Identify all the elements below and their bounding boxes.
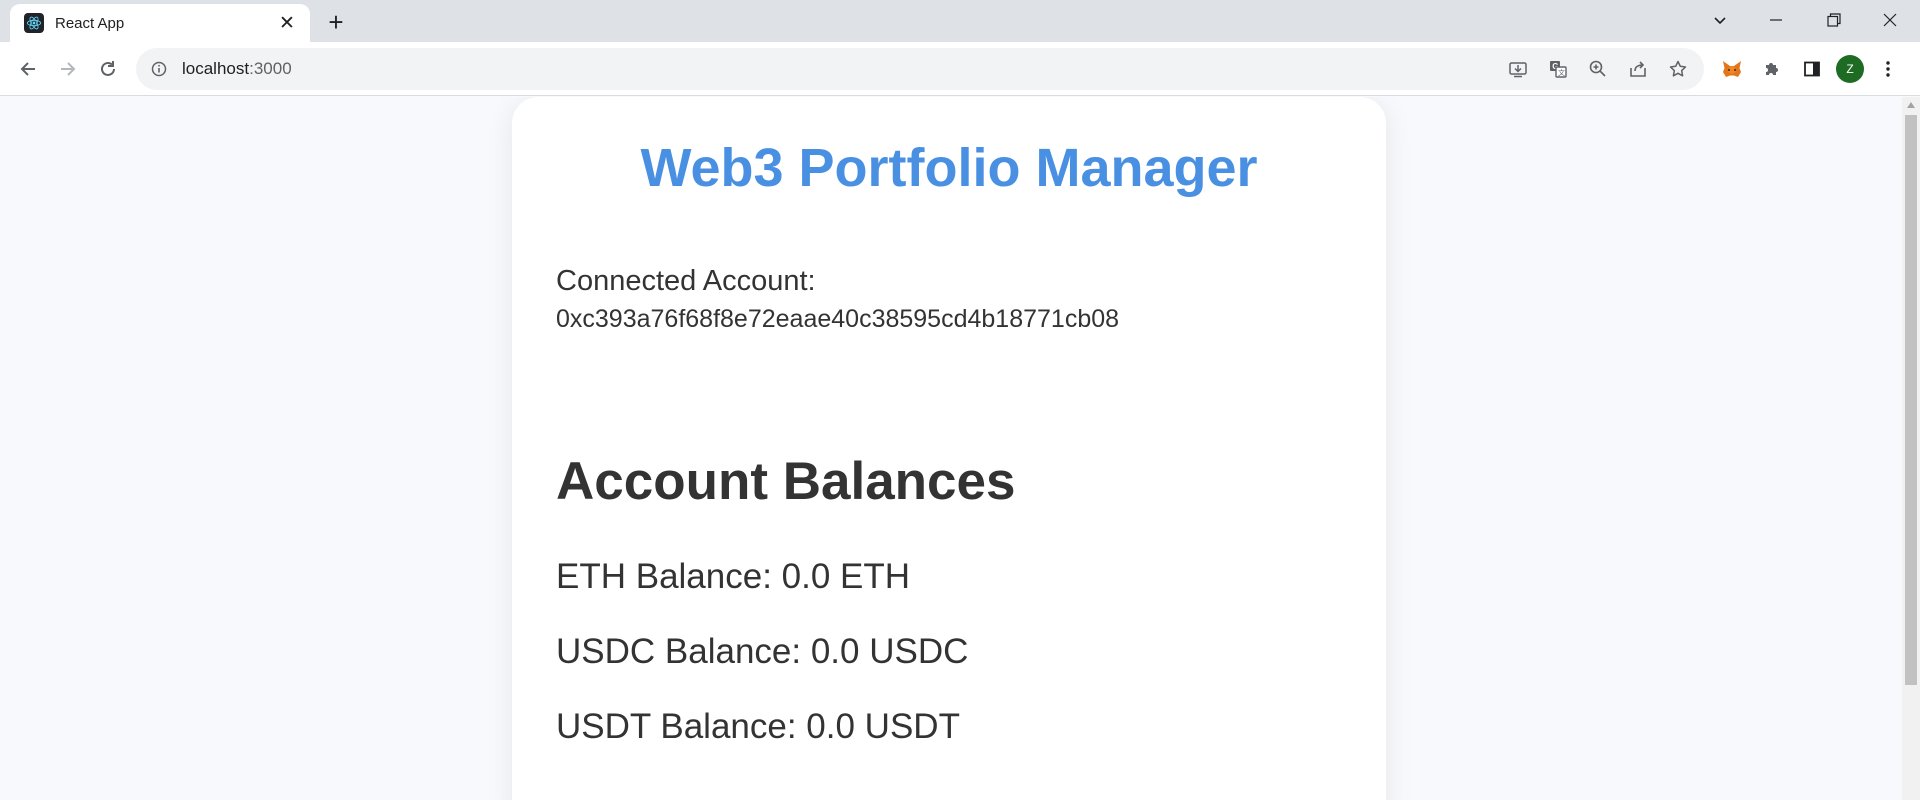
reload-icon [101, 61, 115, 76]
minimize-icon [1770, 19, 1782, 21]
connected-account-label: Connected Account: [556, 265, 816, 297]
usdc-balance: USDC Balance: 0.0 USDC [556, 632, 969, 671]
info-icon[interactable] [150, 60, 168, 78]
tab-search-button[interactable] [1692, 0, 1748, 40]
side-panel-icon[interactable] [1796, 53, 1828, 85]
triangle-up-icon [1907, 102, 1915, 108]
arrow-right-icon [61, 62, 76, 76]
close-icon [1883, 13, 1897, 27]
close-window-button[interactable] [1862, 0, 1918, 40]
arrow-left-icon [20, 62, 35, 76]
metamask-fox-icon[interactable] [1716, 53, 1748, 85]
menu-button[interactable] [1872, 53, 1904, 85]
puzzle-icon[interactable] [1756, 53, 1788, 85]
react-logo-icon [24, 13, 44, 33]
reload-button[interactable] [92, 53, 124, 85]
browser-toolbar: localhost:3000 G文 Z [0, 42, 1920, 96]
extensions-area: Z [1716, 53, 1904, 85]
back-button[interactable] [12, 53, 44, 85]
balances-heading: Account Balances [556, 452, 1016, 511]
account-address: 0xc393a76f68f8e72eaae40c38595cd4b18771cb… [556, 305, 1120, 333]
address-bar[interactable]: localhost:3000 G文 [136, 48, 1704, 90]
forward-button[interactable] [52, 53, 84, 85]
translate-icon[interactable]: G文 [1542, 53, 1574, 85]
chevron-down-icon [1714, 17, 1726, 25]
browser-tab[interactable]: React App ✕ [10, 4, 310, 42]
eth-balance: ETH Balance: 0.0 ETH [556, 557, 911, 596]
new-tab-button[interactable]: + [322, 7, 350, 37]
tab-close-button[interactable]: ✕ [276, 12, 298, 34]
restore-icon [1827, 13, 1841, 27]
url-host: localhost [182, 59, 250, 78]
star-icon[interactable] [1662, 53, 1694, 85]
scroll-thumb[interactable] [1905, 115, 1917, 685]
page-title: Web3 Portfolio Manager [640, 138, 1258, 198]
minimize-button[interactable] [1748, 0, 1804, 40]
portfolio-card: Web3 Portfolio Manager Connected Account… [512, 97, 1386, 800]
more-vertical-icon [1886, 61, 1890, 77]
page-viewport: Web3 Portfolio Manager Connected Account… [0, 97, 1902, 800]
url-port: :3000 [249, 59, 292, 78]
profile-avatar[interactable]: Z [1836, 55, 1864, 83]
restore-button[interactable] [1806, 0, 1862, 40]
svg-text:文: 文 [1558, 68, 1565, 77]
page-scrollbar[interactable] [1902, 97, 1920, 800]
url-text: localhost:3000 [182, 59, 292, 79]
share-icon[interactable] [1622, 53, 1654, 85]
install-app-icon[interactable] [1502, 53, 1534, 85]
tab-strip: React App ✕ + [0, 0, 1920, 42]
scroll-up-button[interactable] [1902, 97, 1920, 113]
tab-title: React App [55, 14, 125, 32]
zoom-icon[interactable] [1582, 53, 1614, 85]
usdt-balance: USDT Balance: 0.0 USDT [556, 707, 960, 746]
